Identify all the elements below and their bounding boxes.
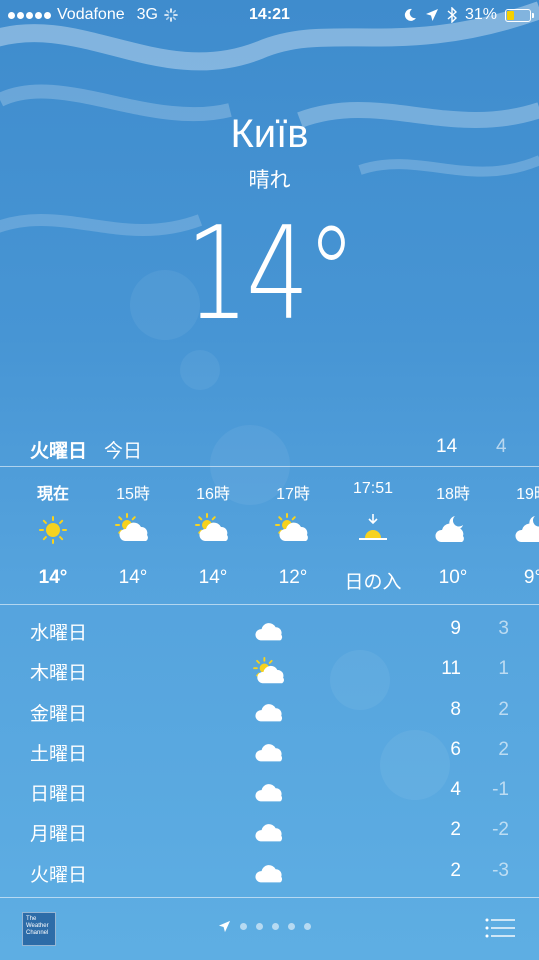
day-high: 11 bbox=[441, 658, 461, 680]
sun-icon bbox=[39, 516, 67, 544]
hour-label: 19時 bbox=[516, 486, 539, 503]
page-indicator[interactable] bbox=[218, 920, 311, 933]
daily-forecast-row: 金曜日 8 2 bbox=[0, 693, 539, 733]
moon-icon bbox=[404, 8, 416, 21]
daily-forecast-row: 水曜日 9 3 bbox=[0, 612, 539, 652]
hour-temperature: 日の入 bbox=[344, 572, 402, 593]
current-temperature: 14° bbox=[185, 200, 357, 349]
hour-temperature: 9° bbox=[523, 567, 539, 588]
partly-cloudy-icon bbox=[275, 513, 308, 541]
daily-forecast-row: 火曜日 2 -3 bbox=[0, 854, 539, 894]
day-low: 1 bbox=[498, 658, 509, 680]
day-low: 3 bbox=[498, 618, 509, 639]
today-low: 4 bbox=[496, 436, 507, 457]
day-name: 火曜日 bbox=[30, 864, 88, 886]
day-high: 6 bbox=[450, 738, 461, 760]
lens-flare bbox=[180, 350, 220, 390]
hour-label: 現在 bbox=[36, 486, 69, 503]
partly-cloudy-icon bbox=[115, 513, 148, 541]
page-dot[interactable] bbox=[304, 923, 311, 930]
day-high: 8 bbox=[450, 698, 461, 720]
day-name: 金曜日 bbox=[30, 703, 88, 725]
daily-forecast-row: 月曜日 2 -2 bbox=[0, 813, 539, 853]
cloud-icon bbox=[255, 743, 283, 762]
divider bbox=[0, 604, 539, 605]
hour-label: 15時 bbox=[116, 486, 150, 503]
day-low: -3 bbox=[492, 859, 509, 881]
cloud-icon bbox=[255, 784, 283, 802]
cloud-icon bbox=[255, 703, 283, 721]
day-name: 水曜日 bbox=[30, 623, 88, 644]
daily-forecast-list: 水曜日 9 3 木曜日 11 1 金曜日 8 2 土曜日 6 2 日曜日 4 -1 月曜日… bbox=[0, 612, 539, 894]
page-dot[interactable] bbox=[272, 923, 279, 930]
hour-label: 17:51 bbox=[352, 480, 394, 497]
hour-temperature: 12° bbox=[278, 567, 308, 588]
daily-forecast-row: 土曜日 6 2 bbox=[0, 733, 539, 773]
location-arrow-icon bbox=[218, 920, 231, 933]
day-name: 木曜日 bbox=[30, 663, 88, 685]
cloud-icon bbox=[255, 623, 283, 641]
cloud-icon bbox=[255, 864, 283, 883]
location-arrow-icon bbox=[425, 9, 438, 21]
hour-temperature: 14° bbox=[38, 567, 68, 588]
partly-cloudy-night-icon bbox=[435, 516, 464, 542]
status-bar: Vodafone 3G 14:21 31% bbox=[0, 0, 539, 30]
day-low: -1 bbox=[492, 779, 509, 801]
daily-forecast-row: 木曜日 11 1 bbox=[0, 652, 539, 692]
day-high: 4 bbox=[450, 779, 461, 801]
battery-icon bbox=[505, 8, 534, 22]
day-high: 2 bbox=[450, 859, 461, 881]
daily-forecast-row: 日曜日 4 -1 bbox=[0, 773, 539, 813]
today-high: 14 bbox=[436, 436, 458, 457]
page-dot[interactable] bbox=[288, 923, 295, 930]
footer-toolbar: The Weather Channel bbox=[0, 898, 539, 960]
today-summary-row: 火曜日 今日 14 4 bbox=[0, 430, 539, 466]
city-list-icon[interactable] bbox=[485, 918, 515, 938]
partly-cloudy-night-icon bbox=[515, 516, 539, 542]
day-name: 日曜日 bbox=[30, 784, 88, 806]
page-dot[interactable] bbox=[240, 923, 247, 930]
hour-temperature: 14° bbox=[198, 567, 228, 588]
partly-cloudy-icon bbox=[195, 513, 228, 541]
cloud-icon bbox=[255, 824, 283, 842]
today-label: 今日 bbox=[104, 441, 143, 462]
battery-percent: 31% bbox=[464, 6, 497, 23]
hour-label: 17時 bbox=[276, 486, 310, 503]
weather-channel-logo[interactable]: The Weather Channel bbox=[22, 912, 56, 946]
day-name: 月曜日 bbox=[30, 824, 88, 846]
today-day: 火曜日 bbox=[30, 441, 88, 462]
hour-label: 18時 bbox=[436, 486, 470, 503]
day-high: 9 bbox=[450, 618, 461, 639]
day-low: 2 bbox=[498, 698, 509, 720]
current-condition: 晴れ bbox=[248, 169, 291, 192]
hour-temperature: 14° bbox=[118, 567, 148, 588]
sunset-icon bbox=[359, 514, 387, 540]
hour-temperature: 10° bbox=[438, 567, 468, 588]
day-name: 土曜日 bbox=[30, 743, 88, 765]
day-high: 2 bbox=[450, 819, 461, 841]
day-low: 2 bbox=[498, 738, 509, 760]
partly-cloudy-icon bbox=[253, 657, 285, 684]
day-low: -2 bbox=[492, 819, 509, 841]
bluetooth-icon bbox=[447, 7, 457, 23]
page-dot[interactable] bbox=[256, 923, 263, 930]
hour-label: 16時 bbox=[196, 486, 230, 503]
hourly-forecast-strip[interactable]: 現在 14° 15時 14° 16時 14° 17時 12° 17:51 日の入 18時 … bbox=[0, 467, 539, 604]
city-name: Київ bbox=[230, 112, 309, 156]
